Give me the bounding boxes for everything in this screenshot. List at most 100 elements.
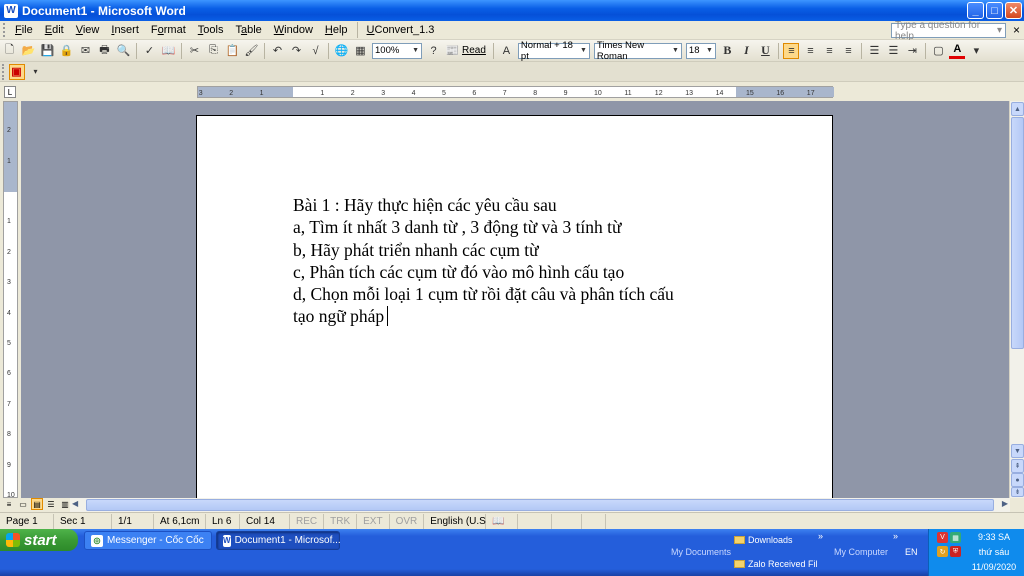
menu-insert[interactable]: Insert — [105, 24, 145, 36]
addin-icon[interactable]: ▣ — [8, 63, 25, 80]
update-icon[interactable]: ↻ — [937, 546, 948, 557]
maximize-button[interactable]: □ — [986, 2, 1003, 19]
downloads-shortcut[interactable]: Downloads — [734, 535, 793, 545]
font-size-select[interactable]: 18 ▼ — [685, 42, 716, 59]
print-layout-icon[interactable]: ▤ — [31, 498, 43, 510]
scroll-up-icon[interactable]: ▲ — [1011, 102, 1024, 116]
chevron-icon[interactable]: » — [893, 531, 898, 541]
cut-icon[interactable]: ✂ — [187, 43, 203, 59]
borders-icon[interactable]: ▢ — [930, 43, 946, 59]
menu-help[interactable]: Help — [319, 24, 354, 36]
format-painter-icon[interactable]: 🖌 — [244, 43, 260, 59]
browse-object-icon[interactable]: ● — [1011, 473, 1024, 487]
styles-icon[interactable]: A — [498, 43, 514, 59]
security-shield-icon[interactable]: ⛨ — [950, 546, 961, 557]
status-rec[interactable]: REC — [290, 513, 325, 529]
read-icon[interactable]: 📰 — [445, 43, 461, 59]
document-close-button[interactable]: × — [1013, 23, 1020, 37]
hyperlink-icon[interactable]: 🌐 — [334, 43, 350, 59]
taskbar-item-word[interactable]: W Document1 - Microsof... — [216, 531, 341, 550]
horizontal-scrollbar[interactable]: ◀ ▶ — [70, 498, 1010, 512]
my-computer-toolbar-label[interactable]: My Computer — [834, 547, 888, 557]
word-app-icon[interactable]: W — [4, 3, 18, 18]
document-body[interactable]: Bài 1 : Hãy thực hiện các yêu cầu sau a,… — [293, 194, 674, 328]
menu-window[interactable]: Window — [268, 24, 319, 36]
italic-button[interactable]: I — [738, 43, 754, 59]
underline-button[interactable]: U — [757, 43, 773, 59]
status-ext[interactable]: EXT — [357, 513, 390, 529]
font-color-icon[interactable]: A — [949, 43, 966, 59]
status-language[interactable]: English (U.S — [424, 513, 487, 529]
vertical-ruler[interactable]: 2 1 1 2 3 4 5 6 7 8 9 10 — [3, 101, 18, 499]
tab-selector-icon[interactable]: L — [4, 86, 16, 98]
copy-icon[interactable]: ⎘ — [206, 43, 222, 59]
email-icon[interactable]: ✉ — [78, 43, 94, 59]
menu-file[interactable]: File — [9, 24, 39, 36]
menu-edit[interactable]: Edit — [39, 24, 70, 36]
font-select[interactable]: Times New Roman ▼ — [593, 40, 682, 62]
align-right-icon[interactable]: ≡ — [821, 43, 837, 59]
menu-format[interactable]: Format — [145, 24, 192, 36]
vertical-scroll-thumb[interactable] — [1011, 117, 1024, 349]
menu-table[interactable]: Table — [229, 24, 267, 36]
my-documents-toolbar-label[interactable]: My Documents — [671, 547, 731, 557]
paste-icon[interactable]: 📋 — [225, 43, 241, 59]
permission-icon[interactable]: 🔒 — [59, 43, 75, 59]
new-document-icon[interactable]: 🗋 — [2, 43, 18, 59]
open-folder-icon[interactable]: 📂 — [21, 43, 37, 59]
table-icon[interactable]: ▦ — [353, 43, 369, 59]
menu-view[interactable]: View — [70, 24, 106, 36]
bullets-icon[interactable]: ☰ — [885, 43, 901, 59]
toolbar-options-icon[interactable]: ▾ — [968, 43, 984, 59]
read-button[interactable]: Read — [462, 45, 486, 56]
outline-view-icon[interactable]: ☰ — [45, 498, 57, 510]
zoom-select[interactable]: 100% ▼ — [372, 42, 422, 59]
undo-icon[interactable]: ↶ — [270, 43, 286, 59]
menu-uconvert[interactable]: UConvert_1.3 — [361, 24, 441, 36]
numbering-icon[interactable]: ☰ — [866, 43, 882, 59]
scroll-right-icon[interactable]: ▶ — [1002, 499, 1008, 508]
clock-time[interactable]: 9:33 SA — [969, 532, 1019, 542]
help-icon[interactable]: ? — [426, 43, 442, 59]
horizontal-ruler[interactable]: 3 2 1 1 2 3 4 5 6 7 8 9 10 11 12 13 14 15 16 17 — [197, 86, 834, 98]
status-trk[interactable]: TRK — [324, 513, 358, 529]
document-page[interactable]: Bài 1 : Hãy thực hiện các yêu cầu sau a,… — [196, 115, 833, 498]
spelling-icon[interactable]: ✓ — [142, 43, 158, 59]
save-icon[interactable]: 💾 — [40, 43, 56, 59]
indent-icon[interactable]: ⇥ — [904, 43, 920, 59]
style-select[interactable]: Normal + 18 pt ▼ — [517, 40, 590, 62]
close-button[interactable]: ✕ — [1005, 2, 1022, 19]
spelling-status-icon[interactable]: 📖 — [486, 513, 519, 529]
status-ovr[interactable]: OVR — [390, 513, 425, 529]
minimize-button[interactable]: _ — [967, 2, 984, 19]
taskbar-item-messenger[interactable]: ◎ Messenger - Cốc Cốc — [84, 531, 212, 550]
network-icon[interactable]: ▦ — [950, 532, 961, 543]
redo-icon[interactable]: ↷ — [289, 43, 305, 59]
grip-icon[interactable] — [1, 63, 6, 80]
align-left-icon[interactable]: ≡ — [783, 42, 800, 59]
antivirus-icon[interactable]: V — [937, 532, 948, 543]
justify-icon[interactable]: ≡ — [840, 43, 856, 59]
align-center-icon[interactable]: ≡ — [802, 43, 818, 59]
bold-button[interactable]: B — [719, 43, 735, 59]
vertical-scrollbar[interactable]: ▲ ▼ ⇞ ● ⇟ — [1009, 101, 1024, 498]
print-icon[interactable]: 🖶 — [97, 43, 113, 59]
scroll-left-icon[interactable]: ◀ — [72, 499, 78, 508]
normal-view-icon[interactable]: ≡ — [3, 498, 15, 510]
horizontal-scroll-thumb[interactable] — [86, 499, 994, 511]
scroll-down-icon[interactable]: ▼ — [1011, 444, 1024, 458]
print-preview-icon[interactable]: 🔍 — [116, 43, 132, 59]
equation-icon[interactable]: √ — [308, 43, 324, 59]
language-indicator[interactable]: EN — [905, 547, 918, 557]
web-view-icon[interactable]: ▭ — [17, 498, 29, 510]
start-button[interactable]: start — [0, 529, 78, 551]
browse-next-icon[interactable]: ⇟ — [1011, 487, 1024, 497]
help-search-input[interactable]: Type a question for help ▾ — [891, 20, 1006, 42]
toolbar-options-icon[interactable]: ▾ — [28, 64, 44, 80]
research-icon[interactable]: 📖 — [161, 43, 177, 59]
menu-tools[interactable]: Tools — [192, 24, 230, 36]
chevron-down-icon[interactable]: ▾ — [997, 25, 1002, 36]
chevron-icon[interactable]: » — [818, 531, 823, 541]
zalo-shortcut[interactable]: Zalo Received Fil — [734, 559, 818, 569]
browse-previous-icon[interactable]: ⇞ — [1011, 459, 1024, 473]
